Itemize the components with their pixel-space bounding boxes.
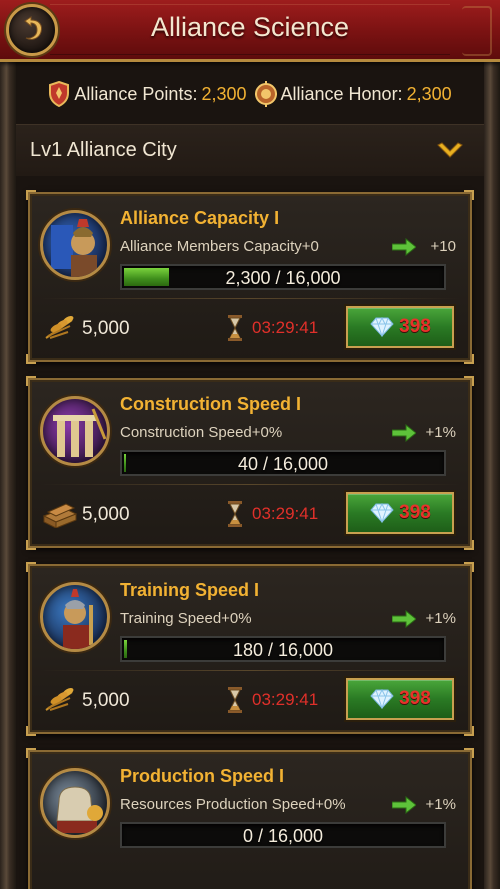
cost-amount: 5,000 xyxy=(82,504,130,525)
research-timer: 03:29:41 xyxy=(252,504,319,523)
card-title: Production Speed I xyxy=(120,766,285,786)
donation-progress-bar: 40 / 16,000 xyxy=(120,450,446,476)
next-level-bonus: +1% xyxy=(425,610,456,627)
alliance-shield-icon xyxy=(49,81,70,107)
cost-amount: 5,000 xyxy=(82,318,130,339)
next-level-bonus: +1% xyxy=(425,424,456,441)
card-description: Resources Production Speed+0% xyxy=(120,796,346,813)
alliance-capacity-portrait xyxy=(40,210,110,280)
page-title: Alliance Science xyxy=(150,12,350,42)
header-bar: Alliance Science xyxy=(0,0,500,62)
diamond-icon xyxy=(370,689,394,709)
honor-medal-icon xyxy=(254,81,277,107)
progress-text: 2,300 / 16,000 xyxy=(225,268,341,288)
left-frame-pillar xyxy=(0,60,16,889)
back-arrow-icon xyxy=(24,16,42,40)
card-title: Alliance Capacity I xyxy=(120,208,280,228)
alliance-stats: Alliance Points: 2,300 Alliance Honor: 2… xyxy=(16,66,484,122)
green-arrow-icon xyxy=(392,796,416,814)
donation-progress-bar: 2,300 / 16,000 xyxy=(120,264,446,290)
research-timer: 03:29:41 xyxy=(252,690,319,709)
card-title: Training Speed I xyxy=(120,580,260,600)
science-card-production-speed[interactable]: Production Speed I Resources Production … xyxy=(26,748,474,889)
chevron-down-icon xyxy=(437,141,463,158)
progress-text: 0 / 16,000 xyxy=(242,826,324,846)
science-card-construction-speed[interactable]: Construction Speed I Construction Speed+… xyxy=(26,376,474,550)
hourglass-icon xyxy=(228,501,242,527)
green-arrow-icon xyxy=(392,610,416,628)
right-frame-pillar xyxy=(484,60,500,889)
card-divider xyxy=(40,298,460,299)
alliance-honor: Alliance Honor: 2,300 xyxy=(254,81,452,107)
city-selector[interactable]: Lv1 Alliance City xyxy=(16,124,484,176)
progress-text: 40 / 16,000 xyxy=(237,454,329,474)
gem-cost: 398 xyxy=(399,502,431,523)
next-level-bonus: +10 xyxy=(430,238,456,255)
card-divider xyxy=(40,484,460,485)
gem-speedup-button[interactable]: 398 xyxy=(346,492,454,534)
alliance-honor-value: 2,300 xyxy=(406,83,452,104)
science-card-alliance-capacity[interactable]: Alliance Capacity I Alliance Members Cap… xyxy=(26,190,474,364)
cost-amount: 5,000 xyxy=(82,690,130,711)
resource-sack-icon xyxy=(56,786,103,833)
gem-speedup-button[interactable]: 398 xyxy=(346,678,454,720)
next-level-bonus: +1% xyxy=(425,796,456,813)
spartan-warrior-icon xyxy=(51,219,97,277)
gem-cost: 398 xyxy=(399,688,431,709)
training-speed-portrait xyxy=(40,582,110,652)
alliance-points: Alliance Points: 2,300 xyxy=(48,81,247,107)
gem-cost: 398 xyxy=(399,316,431,337)
donation-progress-bar: 180 / 16,000 xyxy=(120,636,446,662)
alliance-honor-label: Alliance Honor: xyxy=(280,83,403,104)
diamond-icon xyxy=(370,317,394,337)
green-arrow-icon xyxy=(392,424,416,442)
wood-icon xyxy=(42,503,78,528)
research-timer: 03:29:41 xyxy=(252,318,319,337)
green-arrow-icon xyxy=(392,238,416,256)
diamond-icon xyxy=(370,503,394,523)
wheat-icon xyxy=(45,316,74,339)
alliance-points-value: 2,300 xyxy=(201,83,247,104)
science-card-training-speed[interactable]: Training Speed I Training Speed+0% +1% 1… xyxy=(26,562,474,736)
card-description: Alliance Members Capacity+0 xyxy=(120,238,319,255)
soldier-training-icon xyxy=(63,589,93,649)
donation-progress-bar: 0 / 16,000 xyxy=(120,822,446,848)
progress-text: 180 / 16,000 xyxy=(232,640,334,660)
card-description: Construction Speed+0% xyxy=(120,424,283,441)
alliance-points-label: Alliance Points: xyxy=(74,83,198,104)
hourglass-icon xyxy=(228,315,242,341)
header-ornament xyxy=(462,6,492,56)
city-label: Lv1 Alliance City xyxy=(30,139,177,161)
card-divider xyxy=(40,670,460,671)
gem-speedup-button[interactable]: 398 xyxy=(346,306,454,348)
columns-building-icon xyxy=(53,408,107,457)
back-button[interactable] xyxy=(6,4,58,56)
construction-speed-portrait xyxy=(40,396,110,466)
production-speed-portrait xyxy=(40,768,110,838)
card-description: Training Speed+0% xyxy=(120,610,252,627)
hourglass-icon xyxy=(228,687,242,713)
wheat-icon xyxy=(45,688,74,711)
card-title: Construction Speed I xyxy=(120,394,302,414)
